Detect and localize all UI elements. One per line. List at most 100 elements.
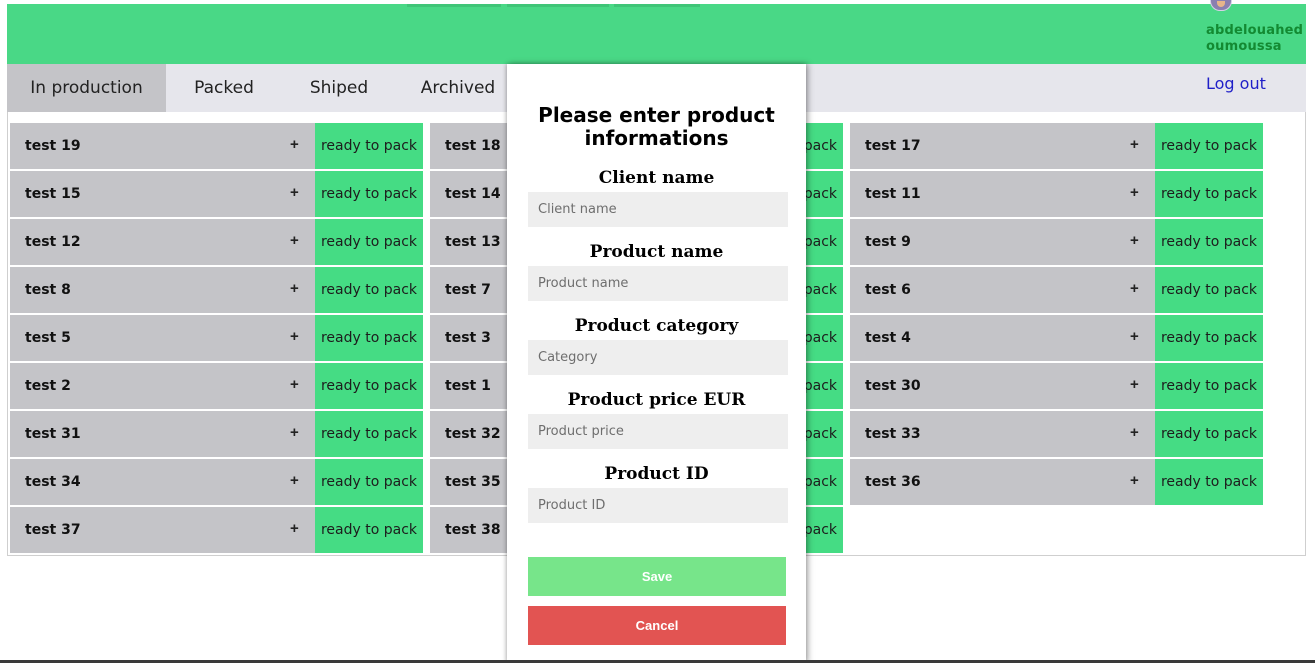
product-card-body[interactable]: test 8 + bbox=[10, 267, 315, 313]
product-card-body[interactable]: test 36 + bbox=[850, 459, 1155, 505]
ready-to-pack-button[interactable]: ready to pack bbox=[315, 363, 423, 409]
product-card-body[interactable]: test 19 + bbox=[10, 123, 315, 169]
product-name: test 7 bbox=[445, 282, 491, 298]
product-category-input[interactable] bbox=[528, 340, 788, 375]
product-card[interactable]: test 37 + ready to pack bbox=[10, 507, 423, 553]
ready-to-pack-button[interactable]: ready to pack bbox=[315, 123, 423, 169]
product-card-body[interactable]: test 17 + bbox=[850, 123, 1155, 169]
product-name: test 36 bbox=[865, 474, 921, 490]
product-card-body[interactable]: test 34 + bbox=[10, 459, 315, 505]
product-id-input[interactable] bbox=[528, 488, 788, 523]
expand-plus-icon[interactable]: + bbox=[290, 315, 299, 359]
user-name: abdelouahed oumoussa bbox=[1206, 23, 1304, 54]
product-card[interactable]: test 36 + ready to pack bbox=[850, 459, 1263, 505]
ready-to-pack-button[interactable]: ready to pack bbox=[1155, 219, 1263, 265]
product-name: test 34 bbox=[25, 474, 81, 490]
ready-to-pack-button[interactable]: ready to pack bbox=[315, 459, 423, 505]
expand-plus-icon[interactable]: + bbox=[290, 219, 299, 263]
product-card[interactable]: test 30 + ready to pack bbox=[850, 363, 1263, 409]
product-card-body[interactable]: test 33 + bbox=[850, 411, 1155, 457]
ready-to-pack-button[interactable]: ready to pack bbox=[1155, 123, 1263, 169]
user-menu[interactable]: abdelouahed oumoussa bbox=[1206, 0, 1306, 60]
product-price-input[interactable] bbox=[528, 414, 788, 449]
header-tab-stub bbox=[407, 4, 501, 7]
product-card[interactable]: test 31 + ready to pack bbox=[10, 411, 423, 457]
save-button[interactable]: Save bbox=[528, 557, 786, 596]
product-name: test 35 bbox=[445, 474, 501, 490]
ready-to-pack-button[interactable]: ready to pack bbox=[1155, 171, 1263, 217]
ready-to-pack-button[interactable]: ready to pack bbox=[315, 171, 423, 217]
product-name: test 4 bbox=[865, 330, 911, 346]
product-card-body[interactable]: test 37 + bbox=[10, 507, 315, 553]
product-card-body[interactable]: test 12 + bbox=[10, 219, 315, 265]
product-card-body[interactable]: test 15 + bbox=[10, 171, 315, 217]
product-card[interactable]: test 17 + ready to pack bbox=[850, 123, 1263, 169]
expand-plus-icon[interactable]: + bbox=[1130, 123, 1139, 167]
ready-to-pack-button[interactable]: ready to pack bbox=[1155, 315, 1263, 361]
expand-plus-icon[interactable]: + bbox=[1130, 411, 1139, 455]
ready-to-pack-button[interactable]: ready to pack bbox=[1155, 411, 1263, 457]
product-name: test 13 bbox=[445, 234, 501, 250]
product-card-body[interactable]: test 31 + bbox=[10, 411, 315, 457]
expand-plus-icon[interactable]: + bbox=[1130, 315, 1139, 359]
cancel-button[interactable]: Cancel bbox=[528, 606, 786, 645]
client-name-input[interactable] bbox=[528, 192, 788, 227]
top-header bbox=[7, 4, 1306, 64]
header-tab-stub bbox=[507, 4, 609, 7]
product-card-body[interactable]: test 9 + bbox=[850, 219, 1155, 265]
expand-plus-icon[interactable]: + bbox=[290, 363, 299, 407]
product-card[interactable]: test 9 + ready to pack bbox=[850, 219, 1263, 265]
product-card-body[interactable]: test 2 + bbox=[10, 363, 315, 409]
product-card[interactable]: test 34 + ready to pack bbox=[10, 459, 423, 505]
ready-to-pack-button[interactable]: ready to pack bbox=[1155, 363, 1263, 409]
ready-to-pack-button[interactable]: ready to pack bbox=[1155, 459, 1263, 505]
product-card[interactable]: test 4 + ready to pack bbox=[850, 315, 1263, 361]
product-card[interactable]: test 15 + ready to pack bbox=[10, 171, 423, 217]
product-card-body[interactable]: test 30 + bbox=[850, 363, 1155, 409]
product-card[interactable]: test 19 + ready to pack bbox=[10, 123, 423, 169]
header-tab-stub bbox=[614, 4, 700, 7]
product-card[interactable]: test 12 + ready to pack bbox=[10, 219, 423, 265]
product-card[interactable]: test 5 + ready to pack bbox=[10, 315, 423, 361]
expand-plus-icon[interactable]: + bbox=[290, 123, 299, 167]
product-name: test 33 bbox=[865, 426, 921, 442]
product-card-body[interactable]: test 4 + bbox=[850, 315, 1155, 361]
product-card[interactable]: test 2 + ready to pack bbox=[10, 363, 423, 409]
product-card[interactable]: test 33 + ready to pack bbox=[850, 411, 1263, 457]
tab-shiped[interactable]: Shiped bbox=[282, 64, 396, 112]
expand-plus-icon[interactable]: + bbox=[290, 459, 299, 503]
expand-plus-icon[interactable]: + bbox=[290, 507, 299, 551]
ready-to-pack-button[interactable]: ready to pack bbox=[315, 267, 423, 313]
tab-in-production[interactable]: In production bbox=[7, 64, 166, 112]
ready-to-pack-button[interactable]: ready to pack bbox=[315, 219, 423, 265]
expand-plus-icon[interactable]: + bbox=[1130, 459, 1139, 503]
product-card-body[interactable]: test 11 + bbox=[850, 171, 1155, 217]
product-name: test 6 bbox=[865, 282, 911, 298]
product-card[interactable]: test 6 + ready to pack bbox=[850, 267, 1263, 313]
ready-to-pack-button[interactable]: ready to pack bbox=[315, 411, 423, 457]
expand-plus-icon[interactable]: + bbox=[1130, 363, 1139, 407]
ready-to-pack-button[interactable]: ready to pack bbox=[315, 315, 423, 361]
user-avatar-icon bbox=[1210, 0, 1232, 11]
expand-plus-icon[interactable]: + bbox=[290, 411, 299, 455]
product-name: test 5 bbox=[25, 330, 71, 346]
expand-plus-icon[interactable]: + bbox=[290, 267, 299, 311]
product-name-input[interactable] bbox=[528, 266, 788, 301]
product-name: test 15 bbox=[25, 186, 81, 202]
product-name: test 14 bbox=[445, 186, 501, 202]
expand-plus-icon[interactable]: + bbox=[1130, 171, 1139, 215]
tab-archived[interactable]: Archived bbox=[396, 64, 520, 112]
ready-to-pack-button[interactable]: ready to pack bbox=[1155, 267, 1263, 313]
product-name: test 8 bbox=[25, 282, 71, 298]
ready-to-pack-button[interactable]: ready to pack bbox=[315, 507, 423, 553]
expand-plus-icon[interactable]: + bbox=[290, 171, 299, 215]
product-card-body[interactable]: test 6 + bbox=[850, 267, 1155, 313]
logout-link[interactable]: Log out bbox=[1206, 74, 1266, 93]
expand-plus-icon[interactable]: + bbox=[1130, 219, 1139, 263]
tab-packed[interactable]: Packed bbox=[166, 64, 282, 112]
product-card[interactable]: test 11 + ready to pack bbox=[850, 171, 1263, 217]
product-card[interactable]: test 8 + ready to pack bbox=[10, 267, 423, 313]
expand-plus-icon[interactable]: + bbox=[1130, 267, 1139, 311]
product-card-body[interactable]: test 5 + bbox=[10, 315, 315, 361]
product-name: test 1 bbox=[445, 378, 491, 394]
